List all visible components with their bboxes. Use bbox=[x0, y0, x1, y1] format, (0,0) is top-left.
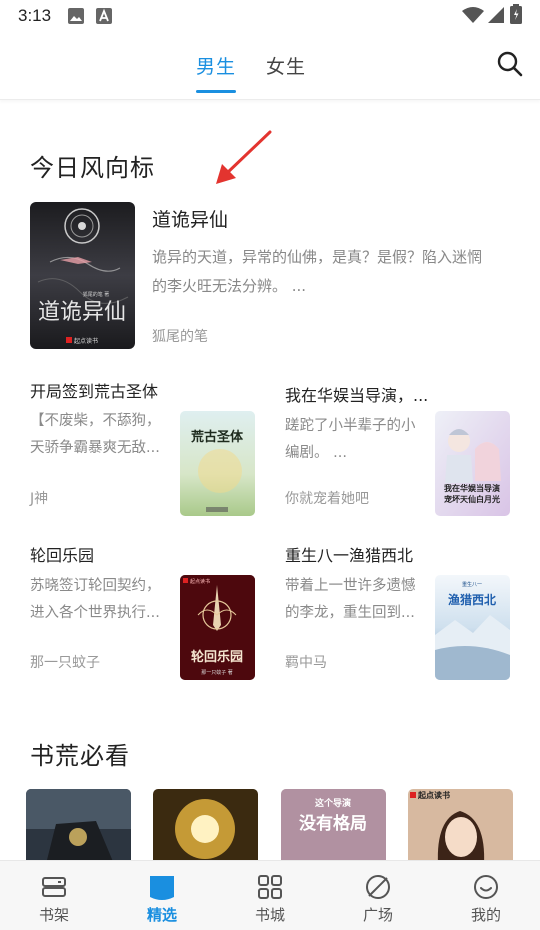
strip-book-cover[interactable]: 起点读书 bbox=[408, 789, 513, 864]
nav-label: 书城 bbox=[254, 906, 285, 924]
book-cover[interactable]: 荒古圣体 bbox=[180, 411, 255, 516]
tab-male[interactable]: 男生 bbox=[196, 52, 236, 79]
book-author: 那一只蚊子 bbox=[30, 655, 100, 671]
strip-cover-text1: 这个导演 bbox=[315, 797, 351, 809]
book-desc-line2: 进入各个世界执行... bbox=[30, 605, 160, 621]
cover-title: 轮回乐园 bbox=[191, 649, 243, 665]
strip-book-cover[interactable] bbox=[26, 789, 131, 864]
section-title-trending: 今日风向标 bbox=[30, 154, 155, 182]
book-desc-line2: 天骄争霸暴爽无敌... bbox=[30, 440, 160, 456]
book-author: 你就宠着她吧 bbox=[285, 491, 369, 507]
bookshelf-icon bbox=[42, 877, 66, 897]
grid-icon bbox=[258, 875, 282, 899]
battery-icon bbox=[510, 4, 522, 24]
strip-cover-badge: 起点读书 bbox=[417, 790, 450, 800]
nav-item-bookshelf[interactable]: 书架 bbox=[0, 861, 108, 930]
featured-book-desc: 诡异的天道，异常的仙佛，是真？是假？陷入迷惘 的李火旺无法分辨。 ... bbox=[152, 243, 512, 301]
book-cover[interactable]: 轮回乐园 那一只蚊子 著 起点读书 bbox=[180, 575, 255, 680]
book-desc-line1: 带着上一世许多遗憾 bbox=[285, 578, 415, 594]
image-notification-icon bbox=[68, 8, 84, 24]
search-icon[interactable] bbox=[496, 50, 524, 78]
featured-book-author: 狐尾的笔 bbox=[152, 329, 208, 345]
featured-cover-author: 狐尾的笔 著 bbox=[83, 291, 110, 298]
book-author: 羁中马 bbox=[285, 655, 327, 671]
nav-label: 精选 bbox=[146, 906, 177, 924]
featured-desc-line2: 的李火旺无法分辨。 ... bbox=[152, 277, 307, 295]
book-author: J神 bbox=[30, 491, 49, 507]
book-title[interactable]: 重生八一渔猎西北 bbox=[285, 542, 435, 566]
annotation-arrow-icon bbox=[216, 130, 272, 184]
bottom-nav: 书架 精选 书城 广场 我的 bbox=[0, 860, 540, 930]
nav-item-square[interactable]: 广场 bbox=[324, 861, 432, 930]
book-desc: 蹉跎了小半辈子的小 编剧。 ... bbox=[285, 413, 415, 467]
strip-book-cover[interactable] bbox=[153, 789, 258, 864]
featured-icon bbox=[150, 876, 174, 900]
book-desc-line1: 【不废柴，不舔狗， bbox=[30, 413, 160, 429]
wifi-icon bbox=[462, 7, 484, 23]
status-time: 3:13 bbox=[18, 6, 52, 25]
book-desc: 苏晓签订轮回契约， 进入各个世界执行... bbox=[30, 573, 160, 627]
book-title[interactable]: 轮回乐园 bbox=[30, 542, 170, 566]
book-title[interactable]: 我在华娱当导演，... bbox=[285, 382, 435, 406]
active-tab-indicator bbox=[196, 90, 236, 93]
book-title[interactable]: 开局签到荒古圣体 bbox=[30, 378, 170, 402]
nav-item-bookstore[interactable]: 书城 bbox=[216, 861, 324, 930]
cover-title: 渔猎西北 bbox=[448, 592, 496, 607]
nav-item-featured[interactable]: 精选 bbox=[108, 861, 216, 930]
cover-badge: 起点读书 bbox=[190, 578, 210, 585]
nav-item-profile[interactable]: 我的 bbox=[432, 861, 540, 930]
book-desc-line1: 苏晓签订轮回契约， bbox=[30, 578, 160, 594]
app-notification-icon bbox=[96, 8, 112, 24]
featured-book-cover[interactable]: 道诡异仙 狐尾的笔 著 起点读书 bbox=[30, 202, 135, 349]
signal-icon bbox=[488, 7, 504, 23]
cover-title-line2: 宠坏天仙白月光 bbox=[444, 494, 500, 504]
featured-cover-badge: 起点读书 bbox=[74, 337, 98, 345]
tab-female[interactable]: 女生 bbox=[266, 52, 306, 79]
nav-label: 书架 bbox=[38, 906, 69, 924]
strip-cover-text2: 没有格局 bbox=[299, 813, 367, 834]
cover-title: 荒古圣体 bbox=[190, 429, 244, 445]
strip-book-cover[interactable]: 这个导演 没有格局 bbox=[281, 789, 386, 864]
section-title-must-read: 书荒必看 bbox=[30, 742, 130, 770]
book-desc-line2: 的李龙，重生回到... bbox=[285, 605, 415, 621]
book-desc: 【不废柴，不舔狗， 天骄争霸暴爽无敌... bbox=[30, 408, 160, 462]
nav-label: 我的 bbox=[470, 906, 501, 924]
cover-top-text: 重生八一 bbox=[462, 581, 482, 588]
featured-book-title[interactable]: 道诡异仙 bbox=[152, 205, 228, 232]
book-desc-line1: 蹉跎了小半辈子的小 bbox=[285, 418, 415, 434]
cover-author: 那一只蚊子 著 bbox=[201, 669, 233, 676]
top-tab-bar: 男生 女生 bbox=[0, 32, 540, 100]
square-icon bbox=[366, 875, 390, 899]
book-desc-line2: 编剧。 ... bbox=[285, 445, 347, 461]
book-cover[interactable]: 重生八一 渔猎西北 bbox=[435, 575, 510, 680]
featured-cover-title: 道诡异仙 bbox=[38, 300, 126, 325]
book-desc: 带着上一世许多遗憾 的李龙，重生回到... bbox=[285, 573, 415, 627]
featured-desc-line1: 诡异的天道，异常的仙佛，是真？是假？陷入迷惘 bbox=[152, 248, 483, 266]
cover-title-line1: 我在华娱当导演 bbox=[444, 483, 500, 493]
book-cover[interactable]: 我在华娱当导演 宠坏天仙白月光 bbox=[435, 411, 510, 516]
profile-icon bbox=[474, 875, 498, 899]
nav-label: 广场 bbox=[362, 906, 393, 924]
status-bar: 3:13 bbox=[0, 0, 540, 32]
